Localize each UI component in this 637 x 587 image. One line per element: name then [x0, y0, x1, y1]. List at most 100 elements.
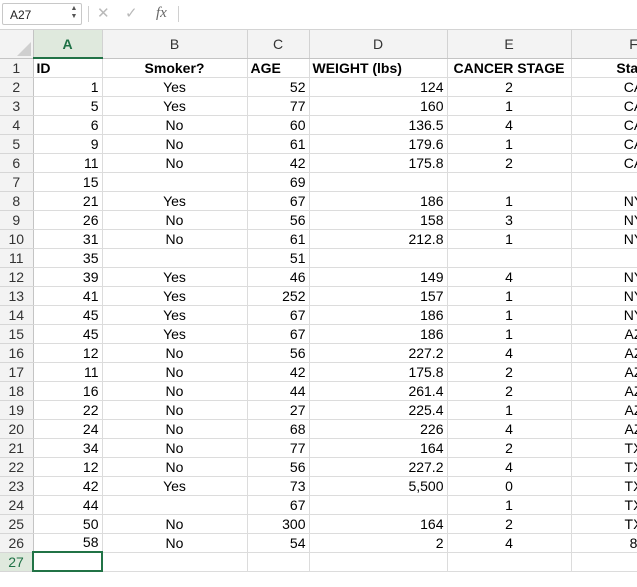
cell-b26[interactable]: No: [102, 533, 248, 553]
row-header[interactable]: 5: [0, 134, 34, 154]
cell-c26[interactable]: 54: [247, 533, 310, 553]
cell-c22[interactable]: 56: [247, 457, 310, 477]
cell-d26[interactable]: 2: [309, 533, 448, 553]
formula-input[interactable]: [182, 4, 632, 24]
cell-d18[interactable]: 261.4: [309, 381, 448, 401]
row-header[interactable]: 14: [0, 305, 34, 325]
cell-b17[interactable]: No: [102, 362, 248, 382]
cell-b10[interactable]: No: [102, 229, 248, 249]
cell-e12[interactable]: 4: [447, 267, 572, 287]
cell-d25[interactable]: 164: [309, 514, 448, 534]
cell-c13[interactable]: 252: [247, 286, 310, 306]
column-header-d[interactable]: D: [309, 30, 448, 59]
cell-d10[interactable]: 212.8: [309, 229, 448, 249]
cell-e16[interactable]: 4: [447, 343, 572, 363]
cell-c17[interactable]: 42: [247, 362, 310, 382]
cell-b6[interactable]: No: [102, 153, 248, 173]
cell-b20[interactable]: No: [102, 419, 248, 439]
cell-a17[interactable]: 11: [33, 362, 103, 382]
cell-f17[interactable]: AZ: [571, 362, 637, 382]
cell-d23[interactable]: 5,500: [309, 476, 448, 496]
cell-a6[interactable]: 11: [33, 153, 103, 173]
cell-d7[interactable]: [309, 172, 448, 192]
row-header[interactable]: 19: [0, 400, 34, 420]
cell-f27[interactable]: [571, 552, 637, 572]
cell-d6[interactable]: 175.8: [309, 153, 448, 173]
cell-b3[interactable]: Yes: [102, 96, 248, 116]
cell-e10[interactable]: 1: [447, 229, 572, 249]
cell-a14[interactable]: 45: [33, 305, 103, 325]
cell-d20[interactable]: 226: [309, 419, 448, 439]
row-header[interactable]: 17: [0, 362, 34, 382]
row-header[interactable]: 1: [0, 58, 34, 78]
cell-e15[interactable]: 1: [447, 324, 572, 344]
row-header[interactable]: 21: [0, 438, 34, 458]
cell-a2[interactable]: 1: [33, 77, 103, 97]
cell-f10[interactable]: NY: [571, 229, 637, 249]
cell-a1[interactable]: ID: [33, 58, 103, 78]
cell-c16[interactable]: 56: [247, 343, 310, 363]
cell-c12[interactable]: 46: [247, 267, 310, 287]
cell-e7[interactable]: [447, 172, 572, 192]
cell-c8[interactable]: 67: [247, 191, 310, 211]
stepper-up-icon[interactable]: ▲: [69, 5, 79, 13]
cell-a9[interactable]: 26: [33, 210, 103, 230]
cell-d15[interactable]: 186: [309, 324, 448, 344]
cell-e6[interactable]: 2: [447, 153, 572, 173]
cell-c24[interactable]: 67: [247, 495, 310, 515]
cell-b5[interactable]: No: [102, 134, 248, 154]
row-header[interactable]: 10: [0, 229, 34, 249]
row-header[interactable]: 26: [0, 533, 34, 553]
cell-c1[interactable]: AGE: [247, 58, 310, 78]
cell-e3[interactable]: 1: [447, 96, 572, 116]
cell-e21[interactable]: 2: [447, 438, 572, 458]
column-header-c[interactable]: C: [247, 30, 310, 59]
row-header[interactable]: 27: [0, 552, 34, 572]
cell-f9[interactable]: NY: [571, 210, 637, 230]
cell-b2[interactable]: Yes: [102, 77, 248, 97]
cell-f1[interactable]: State: [571, 58, 637, 78]
cell-e9[interactable]: 3: [447, 210, 572, 230]
cell-f22[interactable]: TX: [571, 457, 637, 477]
cell-a8[interactable]: 21: [33, 191, 103, 211]
cancel-icon[interactable]: ✕: [97, 4, 110, 22]
cell-f5[interactable]: CA: [571, 134, 637, 154]
cell-e20[interactable]: 4: [447, 419, 572, 439]
cell-c9[interactable]: 56: [247, 210, 310, 230]
cell-a27[interactable]: [32, 551, 103, 572]
cell-d14[interactable]: 186: [309, 305, 448, 325]
cell-f12[interactable]: NY: [571, 267, 637, 287]
row-header[interactable]: 11: [0, 248, 34, 268]
cell-e8[interactable]: 1: [447, 191, 572, 211]
row-header[interactable]: 4: [0, 115, 34, 135]
cell-e1[interactable]: CANCER STAGE: [447, 58, 572, 78]
cell-c18[interactable]: 44: [247, 381, 310, 401]
cell-e26[interactable]: 4: [447, 533, 572, 553]
cell-b13[interactable]: Yes: [102, 286, 248, 306]
cell-a7[interactable]: 15: [33, 172, 103, 192]
cell-f6[interactable]: CA: [571, 153, 637, 173]
cell-e2[interactable]: 2: [447, 77, 572, 97]
cell-a12[interactable]: 39: [33, 267, 103, 287]
cell-e11[interactable]: [447, 248, 572, 268]
cell-f19[interactable]: AZ: [571, 400, 637, 420]
cell-a25[interactable]: 50: [33, 514, 103, 534]
cell-c25[interactable]: 300: [247, 514, 310, 534]
cell-d2[interactable]: 124: [309, 77, 448, 97]
row-header[interactable]: 16: [0, 343, 34, 363]
cell-a26[interactable]: 58: [33, 533, 103, 553]
cell-b21[interactable]: No: [102, 438, 248, 458]
cell-a21[interactable]: 34: [33, 438, 103, 458]
row-header[interactable]: 13: [0, 286, 34, 306]
row-header[interactable]: 8: [0, 191, 34, 211]
cell-a4[interactable]: 6: [33, 115, 103, 135]
cell-b19[interactable]: No: [102, 400, 248, 420]
row-header[interactable]: 6: [0, 153, 34, 173]
cell-a22[interactable]: 12: [33, 457, 103, 477]
cell-d5[interactable]: 179.6: [309, 134, 448, 154]
cell-b14[interactable]: Yes: [102, 305, 248, 325]
cell-f11[interactable]: [571, 248, 637, 268]
cell-f24[interactable]: TX: [571, 495, 637, 515]
cell-a24[interactable]: 44: [33, 495, 103, 515]
cell-e18[interactable]: 2: [447, 381, 572, 401]
